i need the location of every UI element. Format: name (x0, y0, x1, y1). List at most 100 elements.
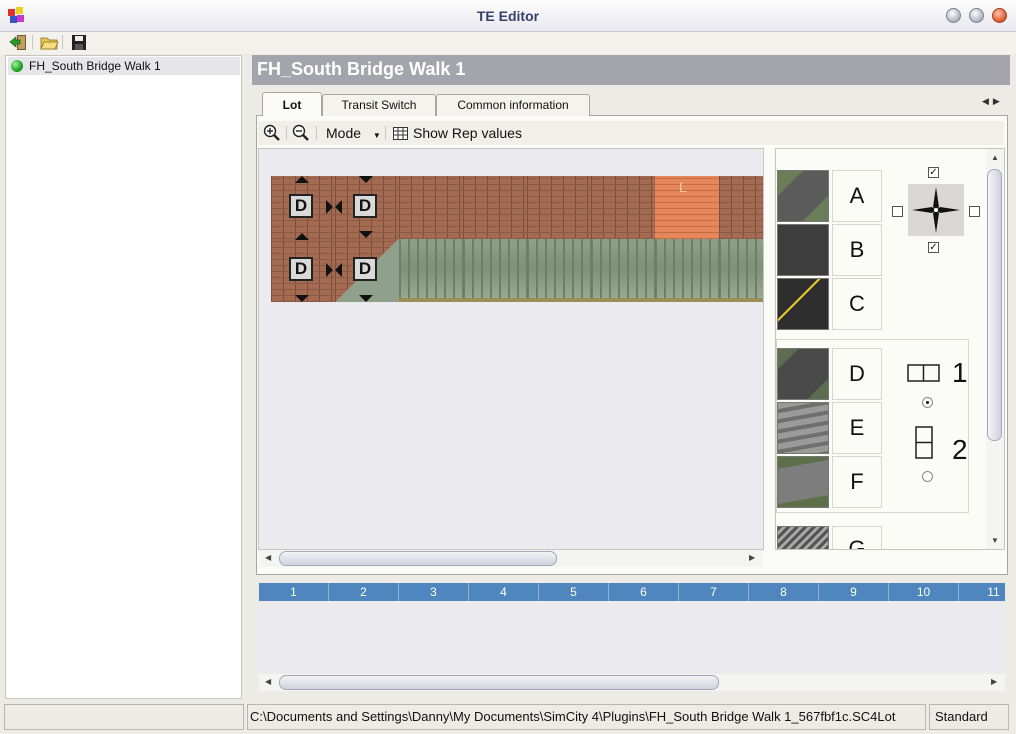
palette-tile-e[interactable] (777, 402, 829, 454)
arrow-left-icon (335, 263, 342, 277)
column-header-cell[interactable]: 6 (609, 583, 679, 601)
mode-label: Mode (326, 125, 362, 141)
maximize-button[interactable] (969, 8, 984, 23)
palette-letter: E (832, 402, 882, 454)
lot-tile[interactable] (655, 239, 719, 302)
scroll-right-icon[interactable]: ▶ (991, 677, 997, 686)
palette-letter: F (832, 456, 882, 508)
arrow-right-icon (326, 263, 333, 277)
lot-tile[interactable] (591, 176, 655, 239)
scroll-down-icon[interactable]: ▼ (991, 536, 999, 545)
status-mode: Standard (929, 704, 1009, 730)
arrow-down-icon (359, 176, 373, 183)
scroll-thumb[interactable] (987, 169, 1002, 441)
lot-tile[interactable] (399, 176, 463, 239)
direction-checkbox-bottom[interactable]: ✓ (928, 242, 939, 253)
close-button[interactable] (992, 8, 1007, 23)
arrow-right-icon (326, 200, 333, 214)
toolbar-separator (385, 126, 386, 140)
zoom-in-icon[interactable] (263, 124, 281, 142)
palette-tile-a[interactable] (777, 170, 829, 222)
arrow-down-icon (359, 231, 373, 238)
bottom-hscrollbar[interactable]: ◀ ▶ (259, 674, 1005, 691)
lot-tree: FH_South Bridge Walk 1 (5, 55, 242, 699)
tab-scroll-arrows: ◀▶ (982, 96, 1004, 107)
scroll-thumb[interactable] (279, 675, 719, 690)
bottom-grid-body[interactable] (259, 601, 1005, 673)
orientation-radio-1[interactable] (922, 397, 933, 408)
toolbar-separator (62, 35, 63, 49)
column-header-cell[interactable]: 1 (259, 583, 329, 601)
lot-tile[interactable] (463, 176, 527, 239)
scroll-left-icon[interactable]: ◀ (265, 677, 271, 686)
lot-tile[interactable] (527, 239, 591, 302)
palette-letter: B (832, 224, 882, 276)
column-header-cell[interactable]: 4 (469, 583, 539, 601)
column-header-cell[interactable]: 11 (959, 583, 1005, 601)
exit-icon[interactable] (9, 33, 29, 52)
title-bar: TE Editor (0, 0, 1016, 32)
column-header-cell[interactable]: 7 (679, 583, 749, 601)
tab-lot[interactable]: Lot (262, 92, 322, 116)
save-icon[interactable] (69, 33, 89, 52)
palette-vscrollbar[interactable]: ▲ ▼ (986, 149, 1004, 549)
tree-item[interactable]: FH_South Bridge Walk 1 (8, 57, 240, 75)
tab-scroll-right-icon[interactable]: ▶ (993, 96, 1004, 106)
arrow-up-icon (295, 176, 309, 183)
scroll-right-icon[interactable]: ▶ (749, 553, 755, 562)
lot-grid[interactable]: L D D D D ◀ ▶ (258, 148, 764, 567)
scroll-left-icon[interactable]: ◀ (265, 553, 271, 562)
palette-tile-f[interactable] (777, 456, 829, 508)
status-left (4, 704, 244, 730)
open-folder-icon[interactable] (39, 33, 59, 52)
lot-tile[interactable] (719, 176, 763, 239)
lot-tile[interactable] (591, 239, 655, 302)
orientation-radio-2[interactable] (922, 471, 933, 482)
zoom-out-icon[interactable] (292, 124, 310, 142)
column-header-cell[interactable]: 3 (399, 583, 469, 601)
d-marker[interactable]: D (289, 257, 313, 281)
palette-tile-g[interactable] (777, 526, 829, 549)
column-header-cell[interactable]: 2 (329, 583, 399, 601)
grid-hscrollbar[interactable]: ◀ ▶ (259, 550, 763, 567)
d-marker[interactable]: D (289, 194, 313, 218)
tab-transit-switch[interactable]: Transit Switch (322, 94, 436, 116)
tab-scroll-left-icon[interactable]: ◀ (982, 96, 993, 106)
arrow-left-icon (335, 200, 342, 214)
d-marker[interactable]: D (353, 194, 377, 218)
column-header-cell[interactable]: 9 (819, 583, 889, 601)
column-header-cell[interactable]: 5 (539, 583, 609, 601)
scroll-thumb[interactable] (279, 551, 557, 566)
direction-checkbox-top[interactable]: ✓ (928, 167, 939, 178)
palette-tile-d[interactable] (777, 348, 829, 400)
minimize-button[interactable] (946, 8, 961, 23)
compass-icon (908, 184, 964, 236)
palette-tile-c[interactable] (777, 278, 829, 330)
d-marker[interactable]: D (353, 257, 377, 281)
arrow-down-icon (295, 295, 309, 302)
status-path: C:\Documents and Settings\Danny\My Docum… (247, 704, 926, 730)
lot-tile[interactable] (719, 239, 763, 302)
palette-tile-b[interactable] (777, 224, 829, 276)
toolbar-separator (286, 126, 287, 140)
column-header-cell[interactable]: 8 (749, 583, 819, 601)
lot-header: FH_South Bridge Walk 1 (252, 55, 1010, 85)
direction-checkbox-left[interactable] (892, 206, 903, 217)
lot-tile[interactable]: L (655, 176, 719, 239)
orientation-number: 2 (952, 434, 968, 465)
show-rep-values-button[interactable]: Show Rep values (413, 125, 522, 141)
arrow-up-icon (295, 233, 309, 240)
mode-dropdown[interactable]: Mode ▼ (326, 125, 381, 141)
column-header-cell[interactable]: 10 (889, 583, 959, 601)
scroll-up-icon[interactable]: ▲ (991, 153, 999, 162)
direction-checkbox-right[interactable] (969, 206, 980, 217)
lot-tile[interactable] (527, 176, 591, 239)
tab-common-information[interactable]: Common information (436, 94, 590, 116)
lot-tile[interactable] (399, 239, 463, 302)
vertical-layout-icon (915, 426, 933, 459)
toolbar-separator (32, 35, 33, 49)
toolbar-separator (316, 126, 317, 140)
table-icon (393, 127, 408, 140)
palette-letter: A (832, 170, 882, 222)
lot-tile[interactable] (463, 239, 527, 302)
